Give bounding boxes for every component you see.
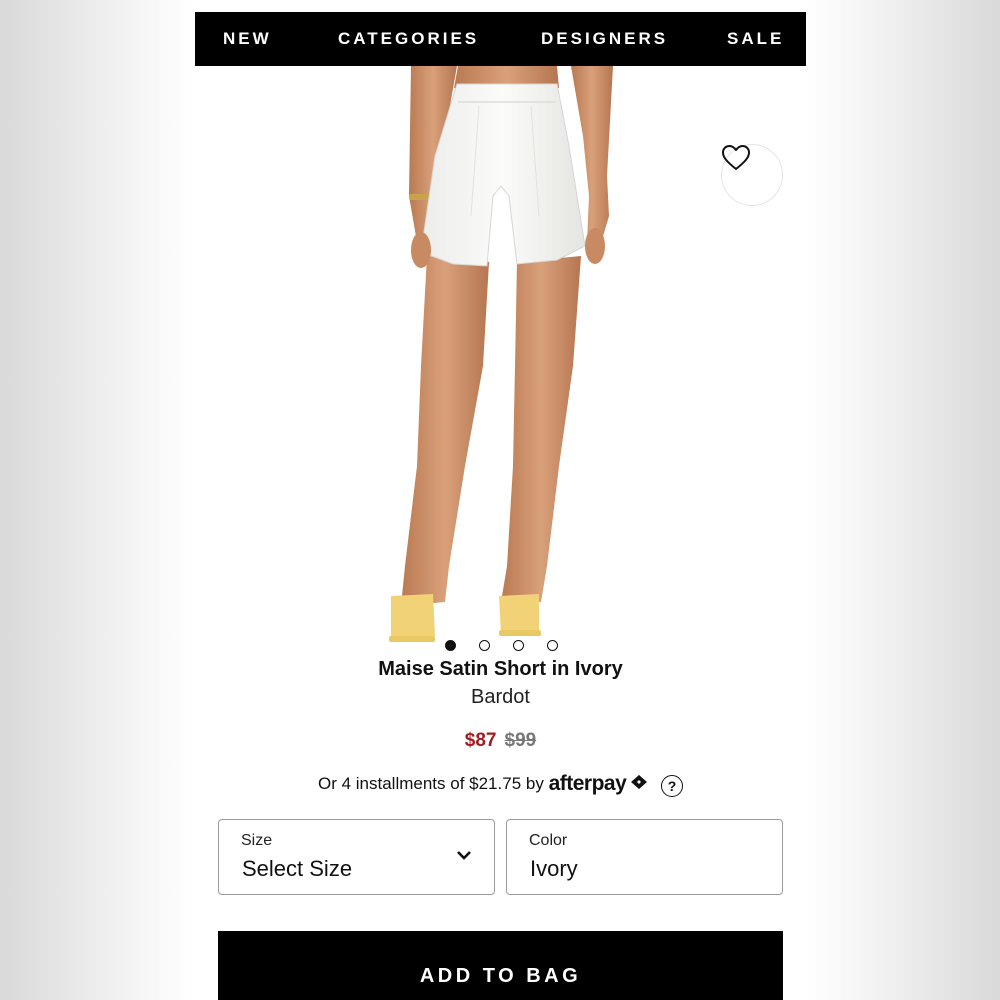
original-price: $99	[504, 730, 537, 751]
product-photo	[389, 66, 613, 642]
size-value: Select Size	[242, 856, 353, 881]
color-select[interactable]: Color Ivory	[506, 819, 783, 895]
nav-item-sale[interactable]: SALE	[727, 12, 784, 66]
afterpay-help-icon[interactable]: ?	[661, 775, 683, 797]
sale-price: $87	[464, 730, 497, 751]
color-value: Ivory	[530, 856, 578, 881]
installments-text: Or 4 installments of $21.75 by	[317, 774, 544, 793]
gallery-dot[interactable]	[445, 640, 456, 651]
afterpay-installments: Or 4 installments of $21.75 by afterpay …	[195, 772, 806, 797]
price-block: $87 $99	[195, 730, 806, 752]
add-to-bag-button[interactable]: ADD TO BAG	[218, 931, 783, 1000]
product-brand[interactable]: Bardot	[195, 686, 806, 709]
gallery-pagination	[195, 640, 806, 654]
color-label: Color	[529, 832, 568, 849]
nav-item-designers[interactable]: DESIGNERS	[541, 12, 668, 66]
gallery-dot[interactable]	[513, 640, 524, 651]
product-page: NEW CATEGORIES DESIGNERS SALE Maise Sati…	[195, 12, 806, 1000]
product-image-gallery[interactable]	[195, 66, 806, 658]
product-title: Maise Satin Short in Ivory	[378, 658, 623, 680]
nav-item-categories[interactable]: CATEGORIES	[338, 12, 479, 66]
afterpay-logo: afterpay	[548, 772, 627, 795]
top-nav: NEW CATEGORIES DESIGNERS SALE	[195, 12, 806, 66]
chevron-down-icon	[457, 851, 471, 860]
gallery-dot[interactable]	[547, 640, 558, 651]
favorite-button[interactable]	[721, 144, 783, 206]
nav-item-new[interactable]: NEW	[223, 12, 272, 66]
gallery-dot[interactable]	[479, 640, 490, 651]
size-label: Size	[241, 832, 273, 849]
heart-icon	[722, 145, 750, 170]
size-select[interactable]: Size Select Size	[218, 819, 495, 895]
afterpay-arrows-icon	[631, 775, 648, 789]
